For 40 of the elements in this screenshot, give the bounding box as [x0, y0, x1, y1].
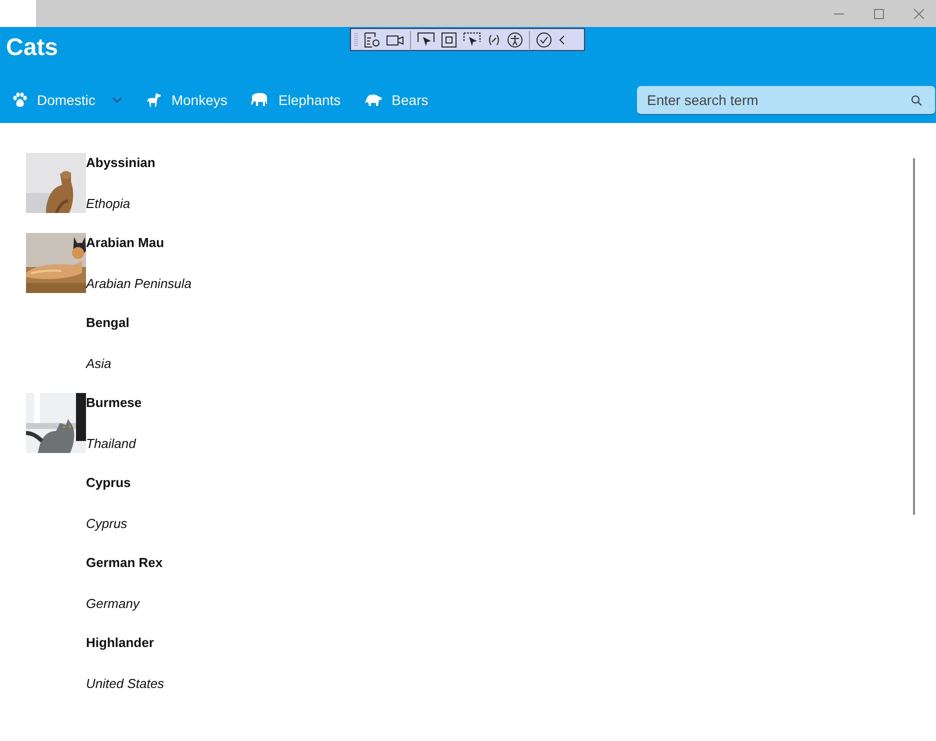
tree-icon[interactable] — [364, 32, 380, 48]
dog-icon — [146, 92, 162, 108]
nav-tab[interactable]: Domestic — [0, 85, 134, 115]
pointer-icon[interactable] — [417, 32, 435, 48]
binding-icon[interactable] — [487, 32, 501, 46]
breed-name: Burmese — [86, 394, 142, 412]
nav-tab[interactable]: Bears — [352, 85, 440, 115]
breed-origin: Thailand — [86, 435, 138, 453]
paw-icon — [12, 92, 28, 108]
close-icon[interactable] — [914, 8, 924, 18]
check-icon[interactable] — [536, 32, 552, 48]
breed-name: Cyprus — [86, 474, 131, 492]
scrollbar[interactable] — [913, 158, 915, 515]
breed-origin: Cyprus — [86, 515, 128, 533]
search-field[interactable]: Enter search term — [637, 86, 935, 114]
search-icon[interactable] — [911, 94, 922, 106]
chevron-icon[interactable] — [112, 97, 122, 103]
select-icon[interactable] — [463, 32, 481, 48]
breed-name: Arabian Mau — [86, 234, 166, 252]
breed-origin: Ethopia — [86, 195, 132, 213]
camera-icon[interactable] — [386, 32, 404, 46]
app-title: Cats — [6, 33, 58, 63]
window-icon-area — [0, 0, 36, 27]
breed-name: Highlander — [86, 634, 155, 652]
breed-origin: United States — [86, 675, 164, 693]
grip-icon[interactable] — [354, 32, 358, 48]
accessibility-icon[interactable] — [507, 32, 523, 48]
frame-icon[interactable] — [441, 32, 457, 48]
nav-tab[interactable]: Elephants — [239, 85, 353, 115]
breed-origin: Germany — [86, 595, 141, 613]
collapse-icon[interactable] — [558, 34, 566, 46]
breed-origin: Asia — [86, 355, 112, 373]
elephant-icon — [251, 93, 270, 107]
bear-icon — [364, 93, 383, 107]
breed-name: German Rex — [86, 554, 163, 572]
maximize-icon[interactable] — [874, 8, 884, 18]
breed-name: Abyssinian — [86, 154, 156, 172]
nav-tab[interactable]: Monkeys — [134, 85, 240, 115]
breed-origin: Arabian Peninsula — [86, 275, 192, 293]
breed-name: Bengal — [86, 314, 130, 332]
